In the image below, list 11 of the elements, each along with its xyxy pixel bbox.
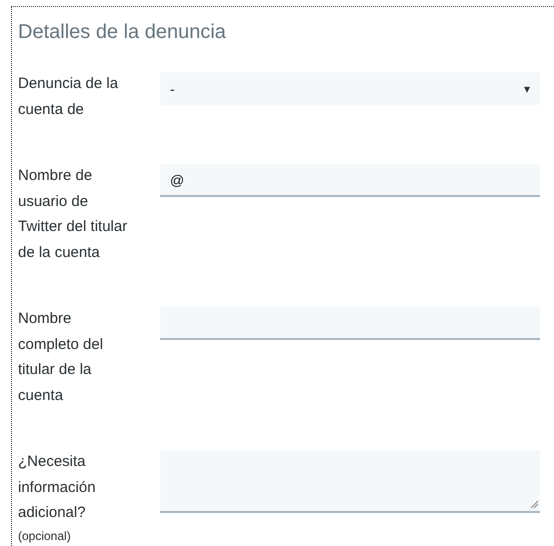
- input-field[interactable]: @: [160, 164, 540, 197]
- field-label: ¿Necesita información adicional?: [18, 452, 97, 523]
- field-label: Denuncia de la cuenta de: [18, 74, 120, 120]
- resize-handle-icon[interactable]: [530, 500, 538, 508]
- field-label: Nombre completo del titular de la cuenta: [18, 309, 104, 406]
- input-field[interactable]: [160, 307, 540, 340]
- optional-note: (opcional): [18, 528, 71, 544]
- text-area[interactable]: [160, 450, 540, 513]
- account-dropdown[interactable]: - ▾: [160, 72, 540, 105]
- section-title: Detalles de la denuncia: [18, 20, 227, 45]
- field-label: Nombre de usuario de Twitter del titular de la cuenta: [18, 166, 128, 262]
